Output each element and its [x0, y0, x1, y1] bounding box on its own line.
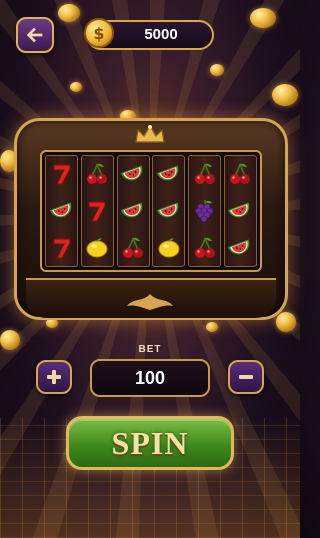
minus-icon	[239, 375, 253, 379]
decor-coin	[206, 322, 218, 332]
reel-3	[116, 155, 150, 267]
cherry-icon	[191, 160, 219, 188]
cherry-icon	[119, 234, 147, 262]
balance-value: 5000	[144, 26, 178, 43]
decor-coin	[250, 8, 276, 28]
spin-button[interactable]: SPIN	[66, 416, 234, 470]
cherry-icon	[83, 160, 111, 188]
dollar-coin-icon: $	[84, 18, 114, 48]
seven-icon	[48, 160, 76, 188]
bet-label: BET	[138, 344, 162, 355]
reel-6	[223, 155, 257, 267]
grape-icon	[191, 197, 219, 225]
reel-window	[40, 150, 262, 272]
crown-icon	[135, 124, 165, 143]
reel-1	[45, 155, 78, 267]
plus-icon	[47, 370, 61, 384]
watermelon-icon	[119, 160, 147, 188]
lemon-icon	[83, 234, 111, 262]
watermelon-icon	[155, 160, 183, 188]
watermelon-icon	[119, 197, 147, 225]
back-button[interactable]	[16, 17, 54, 53]
bet-value: 100	[90, 359, 210, 397]
watermelon-icon	[155, 197, 183, 225]
decor-coin	[276, 312, 296, 332]
watermelon-icon	[48, 197, 76, 225]
ornament-icon	[127, 294, 173, 310]
decor-coin	[58, 4, 80, 22]
cherry-icon	[191, 234, 219, 262]
decrease-bet-button[interactable]	[228, 360, 264, 394]
reel-2	[80, 155, 114, 267]
seven-icon	[83, 197, 111, 225]
decor-coin	[0, 330, 20, 350]
watermelon-icon	[226, 197, 254, 225]
seven-icon	[48, 234, 76, 262]
decor-coin	[210, 64, 224, 76]
cherry-icon	[226, 160, 254, 188]
lemon-icon	[155, 234, 183, 262]
watermelon-icon	[226, 234, 254, 262]
increase-bet-button[interactable]	[36, 360, 72, 394]
decor-coin	[70, 82, 82, 92]
reel-4	[152, 155, 186, 267]
balance-display: $ 5000	[84, 18, 214, 50]
arrow-left-icon	[26, 27, 43, 43]
reel-5	[188, 155, 222, 267]
decor-coin	[272, 84, 298, 106]
